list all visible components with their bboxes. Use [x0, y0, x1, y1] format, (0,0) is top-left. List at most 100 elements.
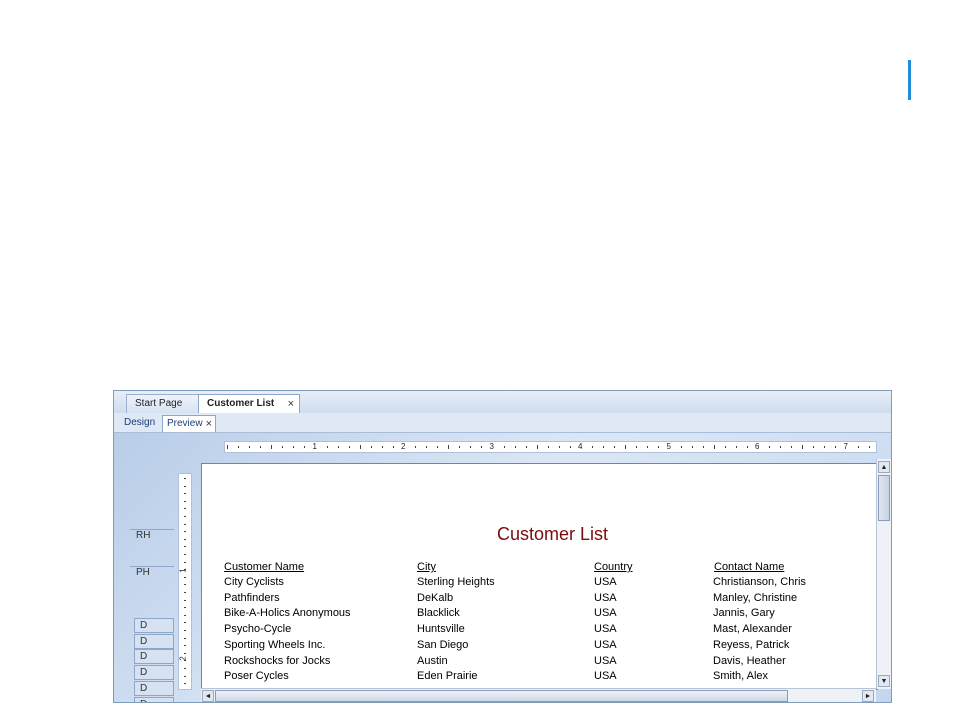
- close-preview-icon[interactable]: ×: [206, 416, 212, 432]
- ruler-tick: [184, 592, 186, 593]
- ruler-tick: [625, 445, 627, 449]
- page-header-band[interactable]: PH: [130, 566, 174, 596]
- ruler-tick: [680, 446, 682, 448]
- cell-contact-name: Davis, Heather: [713, 654, 786, 667]
- ruler-tick: [184, 531, 186, 533]
- ruler-tick: [304, 446, 306, 448]
- cell-city: DeKalb: [417, 591, 454, 604]
- ruler-tick: [249, 446, 251, 448]
- ruler-tick: [392, 446, 394, 448]
- ruler-tick: [503, 446, 505, 448]
- cell-contact-name: Manley, Christine: [713, 591, 798, 604]
- ruler-tick: [348, 446, 350, 448]
- horizontal-scrollbar[interactable]: ◄ ►: [201, 688, 876, 702]
- cell-city: Austin: [417, 654, 448, 667]
- ruler-tick: [835, 446, 837, 448]
- ruler-tick: [746, 446, 748, 448]
- scroll-right-icon[interactable]: ►: [862, 690, 874, 702]
- ruler-mark: 2: [401, 442, 406, 451]
- cell-country: USA: [594, 576, 617, 588]
- ruler-tick: [481, 446, 483, 448]
- tab-label: Preview: [167, 418, 203, 429]
- cell-country: USA: [594, 654, 617, 667]
- ruler-tick: [184, 576, 186, 578]
- ruler-tick: [769, 446, 771, 448]
- ruler-tick: [702, 446, 704, 448]
- tab-start-page[interactable]: Start Page: [126, 394, 204, 413]
- cell-contact-name: Jannis, Gary: [713, 607, 775, 620]
- cell-contact-name: Mast, Alexander: [713, 623, 792, 636]
- ruler-tick: [184, 614, 186, 616]
- cell-country: USA: [594, 638, 617, 651]
- ruler-tick: [184, 668, 186, 669]
- ruler-tick: [857, 446, 859, 448]
- ruler-tick: [791, 446, 793, 448]
- ruler-tick: [459, 446, 461, 448]
- ruler-tick: [238, 446, 240, 448]
- ruler-tick: [184, 630, 186, 631]
- scroll-down-icon[interactable]: ▼: [878, 675, 890, 687]
- tab-label: Start Page: [135, 398, 183, 409]
- cell-customer-name: Sporting Wheels Inc.: [224, 638, 326, 651]
- ruler-mark: 1: [178, 568, 188, 573]
- ruler-mark: 1: [312, 442, 317, 451]
- close-tab-icon[interactable]: ×: [288, 395, 294, 413]
- ruler-tick: [184, 652, 186, 654]
- tab-preview[interactable]: Preview ×: [162, 415, 216, 432]
- ruler-tick: [647, 446, 649, 448]
- ruler-tick: [614, 446, 616, 448]
- report-header-band[interactable]: RH: [130, 529, 174, 559]
- ruler-tick: [658, 446, 660, 448]
- ruler-tick: [184, 485, 186, 487]
- cell-customer-name: Bike-A-Holics Anonymous: [224, 607, 351, 620]
- ruler-tick: [525, 446, 527, 448]
- ruler-tick: [592, 446, 594, 448]
- ruler-tick: [184, 508, 186, 510]
- detail-band[interactable]: D: [134, 649, 174, 665]
- scroll-left-icon[interactable]: ◄: [202, 690, 214, 702]
- column-header-contact-name: Contact Name: [714, 561, 785, 573]
- ruler-tick: [184, 554, 186, 555]
- ruler-tick: [547, 446, 549, 448]
- ruler-tick: [227, 445, 228, 449]
- detail-band[interactable]: D: [134, 665, 174, 681]
- vertical-scrollbar[interactable]: ▲ ▼: [876, 459, 891, 689]
- ruler-tick: [359, 445, 361, 449]
- cell-city: Blacklick: [417, 607, 460, 620]
- ruler-tick: [780, 446, 782, 448]
- ruler-tick: [184, 675, 186, 677]
- ruler-tick: [184, 584, 186, 586]
- vertical-scroll-thumb[interactable]: [878, 475, 890, 521]
- tab-design[interactable]: Design: [120, 415, 160, 432]
- ruler-tick: [184, 478, 186, 479]
- horizontal-scroll-thumb[interactable]: [215, 690, 788, 702]
- ruler-tick: [184, 516, 186, 517]
- cell-contact-name: Christianson, Chris: [713, 576, 806, 588]
- ruler-tick: [470, 446, 472, 448]
- cell-customer-name: Pathfinders: [224, 591, 280, 604]
- ruler-tick: [603, 446, 605, 448]
- detail-band[interactable]: D: [134, 680, 174, 696]
- report-title: Customer List: [497, 524, 609, 544]
- ruler-tick: [813, 446, 815, 448]
- vertical-ruler: 12: [178, 473, 192, 690]
- tab-customer-list[interactable]: Customer List ×: [198, 394, 300, 414]
- tab-label: Customer List: [207, 398, 275, 409]
- detail-band[interactable]: D: [134, 633, 174, 649]
- ruler-tick: [691, 446, 693, 448]
- ruler-tick: [184, 607, 186, 609]
- cell-contact-name: Reyess, Patrick: [713, 638, 790, 651]
- ruler-mark: 7: [843, 442, 848, 451]
- ruler-tick: [514, 446, 516, 448]
- detail-band[interactable]: D: [134, 618, 174, 633]
- detail-band[interactable]: D: [134, 696, 174, 702]
- cell-contact-name: Smith, Alex: [713, 670, 769, 683]
- cell-customer-name: City Cyclists: [224, 576, 284, 588]
- ruler-tick: [184, 523, 186, 525]
- ruler-tick: [282, 446, 284, 448]
- ruler-tick: [184, 493, 186, 495]
- document-tab-strip: Start Page Customer List ×: [114, 391, 891, 414]
- ruler-tick: [569, 446, 571, 448]
- ruler-tick: [381, 446, 383, 448]
- scroll-up-icon[interactable]: ▲: [878, 461, 890, 473]
